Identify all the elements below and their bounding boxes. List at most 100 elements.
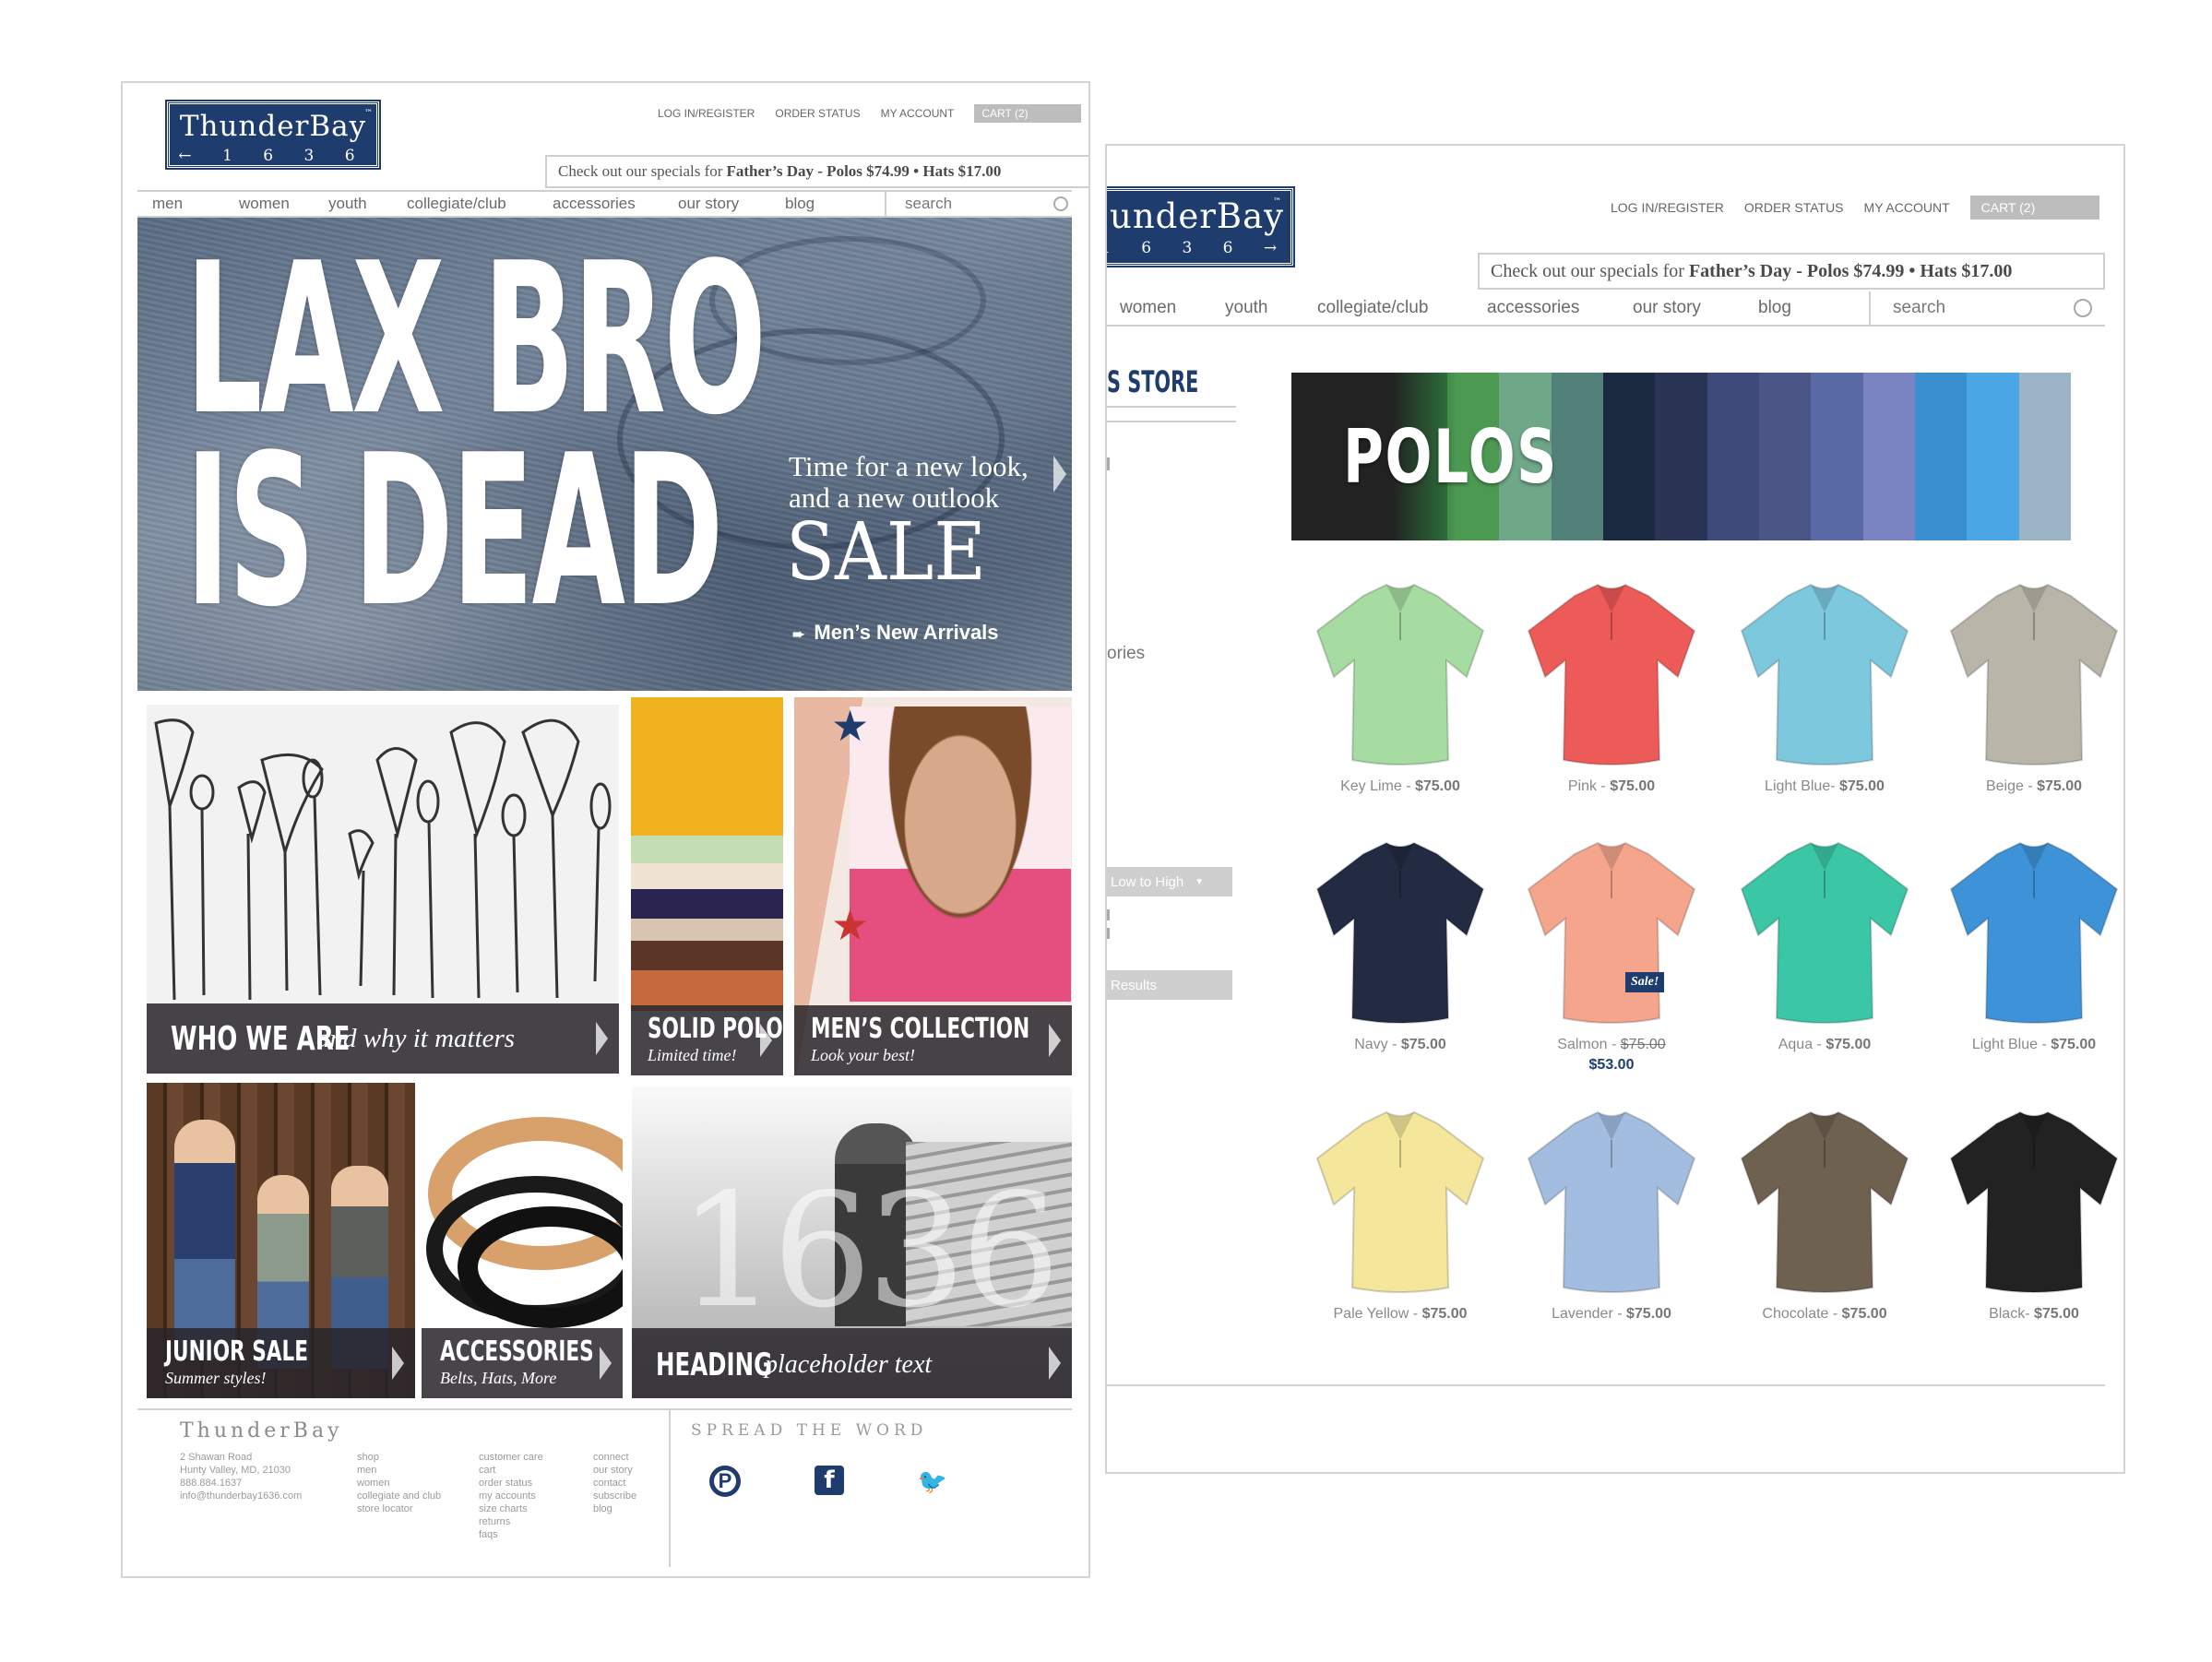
view-results-button[interactable]: Results [1107,970,1232,1000]
product-card[interactable]: Navy - $75.00 [1294,834,1506,1083]
nav-women[interactable]: women [1120,298,1176,318]
nav-blog[interactable]: blog [1758,298,1791,318]
polo-shirt-image [1740,583,1909,766]
footer-connect-links[interactable]: connect our story contact subscribe blog [593,1451,636,1515]
product-card[interactable]: Light Blue - $75.00 [1928,834,2123,1083]
promo-banner[interactable]: Check out our specials for Father’s Day … [1478,253,2105,290]
product-separator: - [1830,778,1839,794]
footer-divider [1107,1384,2105,1386]
thunderbay-logo[interactable]: underBay 1 6 3 6 → ™ [1107,186,1295,267]
product-card[interactable]: Black- $75.00 [1928,1103,2123,1352]
search-icon[interactable] [2074,299,2092,317]
product-label[interactable]: Chocolate - $75.00 [1718,1306,1931,1323]
product-card[interactable]: Pink - $75.00 [1505,576,1718,825]
search-input[interactable]: search [905,195,952,213]
product-label[interactable]: Black- $75.00 [1928,1306,2123,1323]
login-link[interactable]: LOG IN/REGISTER [1611,200,1724,215]
cart-button[interactable]: CART (2) [1969,196,2099,220]
order-status-link[interactable]: ORDER STATUS [775,107,860,120]
tile-junior-sale[interactable]: JUNIOR SALE Summer styles! [147,1083,415,1398]
product-name: Light Blue [1765,778,1831,794]
product-separator: - [1387,1037,1401,1052]
product-label[interactable]: Light Blue- $75.00 [1718,778,1931,795]
product-label[interactable]: Light Blue - $75.00 [1928,1037,2123,1053]
product-separator: - [1409,1306,1422,1322]
order-status-link[interactable]: ORDER STATUS [1744,200,1844,215]
next-slide-icon[interactable] [1053,456,1066,493]
tile-heading[interactable]: 1636 HEADING placeholder text [632,1086,1072,1398]
facebook-icon[interactable]: f [815,1466,844,1495]
product-name: Salmon [1557,1037,1608,1052]
thunderbay-logo[interactable]: ThunderBay ← 1 6 3 6 → ™ [165,100,381,180]
product-card[interactable]: Lavender - $75.00 [1505,1103,1718,1352]
footer-shop-links[interactable]: shop men women collegiate and club store loc… [357,1451,441,1515]
footer-care-links[interactable]: customer care cart order status my accounts… [479,1451,543,1541]
product-card[interactable]: Sale! Salmon - $75.00 $53.00 [1505,834,1718,1083]
search-box[interactable]: search [885,192,1072,216]
product-sale-price: $53.00 [1588,1057,1635,1073]
sale-badge: Sale! [1625,972,1665,992]
chevron-right-icon [392,1347,404,1380]
nav-accessories[interactable]: accessories [1487,298,1579,318]
polo-shirt-image [1315,1110,1485,1293]
twitter-icon[interactable]: 🐦 [914,1466,951,1497]
nav-blog[interactable]: blog [785,195,815,213]
hero-banner[interactable]: LAX BRO IS DEAD Time for a new look, and … [137,218,1072,691]
tile-subtitle: Summer styles! [165,1369,267,1387]
chevron-down-icon: ▼ [1195,876,1205,887]
nav-collegiate-club[interactable]: collegiate/club [407,195,506,213]
arrow-right-icon: ➨ [792,627,805,643]
search-icon[interactable] [1053,196,1068,211]
polo-shirt-image [1740,1110,1909,1293]
nav-our-story[interactable]: our story [1633,298,1701,318]
product-price: $75.00 [1841,1306,1887,1322]
cart-button[interactable]: CART (2) [974,104,1082,123]
product-price: $75.00 [1626,1306,1671,1322]
product-card[interactable]: Light Blue- $75.00 [1718,576,1931,825]
tile-title: MEN’S COLLECTION [811,1013,1030,1045]
nav-men[interactable]: men [152,195,183,213]
pinterest-icon[interactable]: P [709,1466,741,1497]
mens-new-arrivals-link[interactable]: ➨ Men’s New Arrivals [792,621,999,645]
product-card[interactable]: Aqua - $75.00 [1718,834,1931,1083]
my-account-link[interactable]: MY ACCOUNT [881,107,955,120]
nav-our-story[interactable]: our story [678,195,739,213]
footer: ThunderBay 2 Shawan Road Hunty Valley, MD… [137,1408,1072,1574]
nav-youth[interactable]: youth [328,195,367,213]
nav-collegiate-club[interactable]: collegiate/club [1317,298,1428,318]
tile-accessories[interactable]: ACCESSORIES Belts, Hats, More [422,1083,623,1398]
product-label[interactable]: Pale Yellow - $75.00 [1294,1306,1506,1323]
promo-banner[interactable]: Check out our specials for Father’s Day … [545,155,1088,188]
product-label[interactable]: Pink - $75.00 [1505,778,1718,795]
sidebar-tick [1107,928,1110,939]
product-label[interactable]: Navy - $75.00 [1294,1037,1506,1053]
tile-mens-collection[interactable]: ★ ★ MEN’S COLLECTION Look your best! [794,697,1072,1075]
polo-shirt-image [1740,841,1909,1024]
my-account-link[interactable]: MY ACCOUNT [1864,200,1950,215]
sidebar-categories-item[interactable]: ories [1107,644,1145,664]
nav-accessories[interactable]: accessories [553,195,636,213]
product-card[interactable]: Beige - $75.00 [1928,576,2123,825]
product-label[interactable]: Lavender - $75.00 [1505,1306,1718,1323]
product-card[interactable]: Chocolate - $75.00 [1718,1103,1931,1352]
login-link[interactable]: LOG IN/REGISTER [658,107,755,120]
product-card[interactable]: Pale Yellow - $75.00 [1294,1103,1506,1352]
nav-youth[interactable]: youth [1225,298,1267,318]
product-label[interactable]: Key Lime - $75.00 [1294,778,1506,795]
search-box[interactable]: search [1869,291,2105,325]
sort-dropdown[interactable]: Low to High ▼ [1107,867,1232,896]
product-label[interactable]: Beige - $75.00 [1928,778,2123,795]
product-name: Chocolate [1762,1306,1829,1322]
star-decoration: ★ [831,901,870,949]
tile-who-we-are[interactable]: WHO WE ARE and why it matters [147,705,619,1074]
product-card[interactable]: Key Lime - $75.00 [1294,576,1506,825]
product-label[interactable]: Aqua - $75.00 [1718,1037,1931,1053]
nav-women[interactable]: women [239,195,290,213]
logo-year: ← 1 6 3 6 → [178,147,368,181]
search-input[interactable]: search [1893,298,1945,318]
product-label[interactable]: Salmon - $75.00 $53.00 [1505,1037,1718,1074]
stadium-lacrosse-photo: 1636 [632,1086,1072,1343]
product-separator: - [1401,778,1415,794]
main-nav: women youth collegiate/club accessories … [1107,291,2105,326]
tile-solid-polo[interactable]: SOLID POLO Limited time! [631,697,783,1075]
